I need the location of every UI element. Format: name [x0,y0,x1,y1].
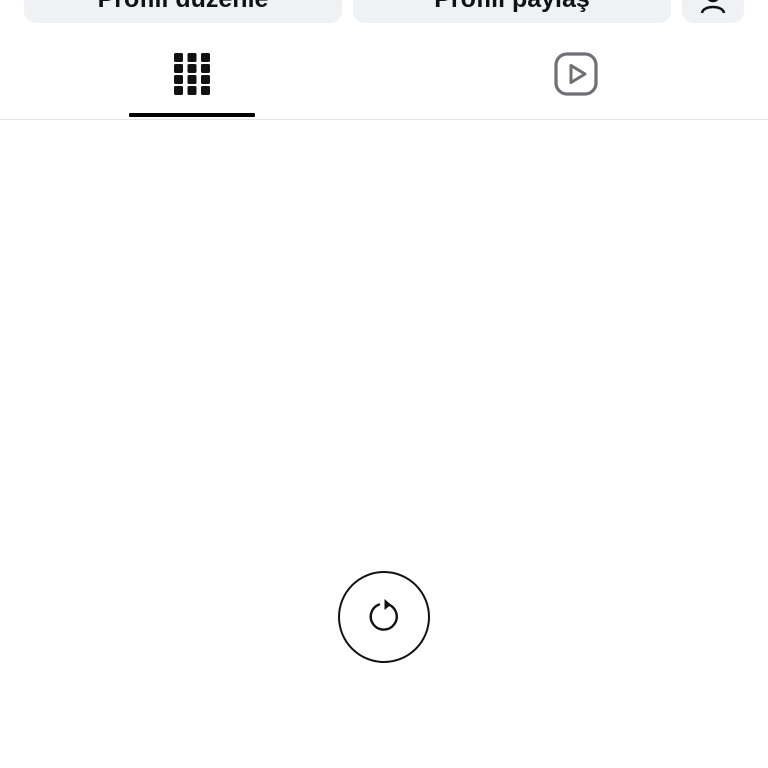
profile-page: Profili düzenle Profili paylaş [0,0,768,768]
share-profile-button[interactable]: Profili paylaş [353,0,671,23]
profile-actions: Profili düzenle Profili paylaş [0,0,768,24]
grid-icon [174,52,210,95]
discover-people-button[interactable] [682,0,744,23]
profile-tabs [0,28,768,120]
refresh-button[interactable] [338,571,430,663]
edit-profile-button[interactable]: Profili düzenle [24,0,342,23]
add-person-icon [700,0,726,14]
tab-grid[interactable] [129,28,255,119]
share-profile-label: Profili paylaş [434,0,590,14]
tab-reels[interactable] [513,28,639,119]
reels-icon [554,51,598,96]
active-tab-indicator [129,113,255,117]
edit-profile-label: Profili düzenle [98,0,269,14]
refresh-icon [369,599,398,631]
